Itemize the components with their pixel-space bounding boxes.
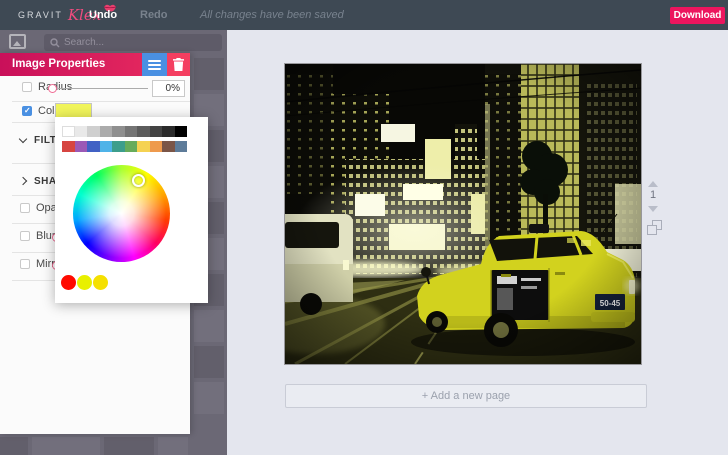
color-swatch[interactable]	[162, 126, 175, 137]
undo-button[interactable]: Undo	[89, 9, 117, 21]
color-wheel[interactable]	[73, 165, 170, 262]
color-swatch[interactable]	[175, 141, 188, 152]
blur-checkbox[interactable]	[20, 231, 30, 241]
swatch-row-grays	[62, 126, 187, 137]
app-window: GRAVIT Klex Undo Redo All changes have b…	[0, 0, 728, 455]
duplicate-page-icon[interactable]	[647, 220, 662, 235]
page-number: 1	[645, 189, 661, 201]
image-library-icon[interactable]	[9, 34, 26, 49]
page-up-arrow-icon[interactable]	[648, 181, 658, 187]
page-down-arrow-icon[interactable]	[648, 206, 658, 212]
panel-header: Image Properties	[0, 53, 190, 76]
library-thumbnail[interactable]	[0, 437, 28, 455]
color-swatch[interactable]	[137, 126, 150, 137]
color-swatch[interactable]	[62, 141, 75, 152]
library-thumbnail[interactable]	[158, 437, 188, 455]
color-wheel-selector[interactable]	[132, 174, 145, 187]
color-swatch[interactable]	[125, 141, 138, 152]
photo-page[interactable]: 50-45	[284, 63, 642, 365]
library-thumbnail[interactable]	[32, 437, 100, 455]
download-button[interactable]: Download	[670, 7, 725, 24]
delete-button[interactable]	[167, 53, 190, 76]
color-swatch[interactable]	[137, 141, 150, 152]
mirror-checkbox[interactable]	[20, 259, 30, 269]
color-swatch[interactable]	[62, 126, 75, 137]
radius-slider-track[interactable]	[58, 88, 148, 89]
color-swatch[interactable]	[75, 126, 88, 137]
color-swatch[interactable]	[87, 141, 100, 152]
canvas-area[interactable]: 50-45 1 + Add a new page	[227, 30, 728, 455]
color-swatch[interactable]	[100, 141, 113, 152]
top-bar: GRAVIT Klex Undo Redo All changes have b…	[0, 0, 728, 30]
save-status-text: All changes have been saved	[200, 9, 344, 21]
radius-value-box[interactable]: 0%	[152, 80, 185, 97]
color-swatch[interactable]	[150, 141, 163, 152]
recent-color-swatch[interactable]	[77, 275, 92, 290]
recent-color-swatch[interactable]	[61, 275, 76, 290]
color-swatch[interactable]	[87, 126, 100, 137]
color-swatch[interactable]	[112, 126, 125, 137]
chevron-down-icon[interactable]	[19, 135, 27, 143]
color-swatch-button[interactable]	[55, 103, 92, 118]
trash-icon	[173, 58, 184, 71]
color-swatch[interactable]	[175, 126, 188, 137]
library-thumbnail[interactable]	[194, 310, 224, 342]
color-swatch[interactable]	[112, 141, 125, 152]
redo-button[interactable]: Redo	[140, 9, 168, 21]
taxi-night-photo: 50-45	[285, 64, 641, 364]
brand-prefix: GRAVIT	[18, 10, 63, 20]
search-placeholder-text: Search...	[64, 37, 104, 48]
recent-color-swatch[interactable]	[93, 275, 108, 290]
radius-slider-handle[interactable]	[48, 84, 57, 93]
library-search-input[interactable]: Search...	[44, 34, 222, 51]
library-thumbnail[interactable]	[194, 382, 224, 414]
menu-button[interactable]	[142, 53, 167, 76]
color-checkbox[interactable]	[22, 106, 32, 116]
library-thumbnail[interactable]	[104, 437, 154, 455]
swatch-row-colors	[62, 141, 187, 152]
panel-title: Image Properties	[12, 58, 105, 70]
color-picker-popup	[55, 117, 208, 303]
color-swatch[interactable]	[100, 126, 113, 137]
library-thumbnail[interactable]	[194, 346, 224, 378]
color-swatch[interactable]	[75, 141, 88, 152]
radius-checkbox[interactable]	[22, 82, 32, 92]
color-swatch[interactable]	[150, 126, 163, 137]
add-new-page-button[interactable]: + Add a new page	[285, 384, 647, 408]
color-swatch[interactable]	[162, 141, 175, 152]
color-swatch[interactable]	[125, 126, 138, 137]
chevron-right-icon[interactable]	[19, 177, 27, 185]
library-thumbnail[interactable]	[194, 58, 224, 90]
opacity-checkbox[interactable]	[20, 203, 30, 213]
hamburger-icon	[148, 60, 161, 62]
search-icon	[50, 38, 60, 48]
